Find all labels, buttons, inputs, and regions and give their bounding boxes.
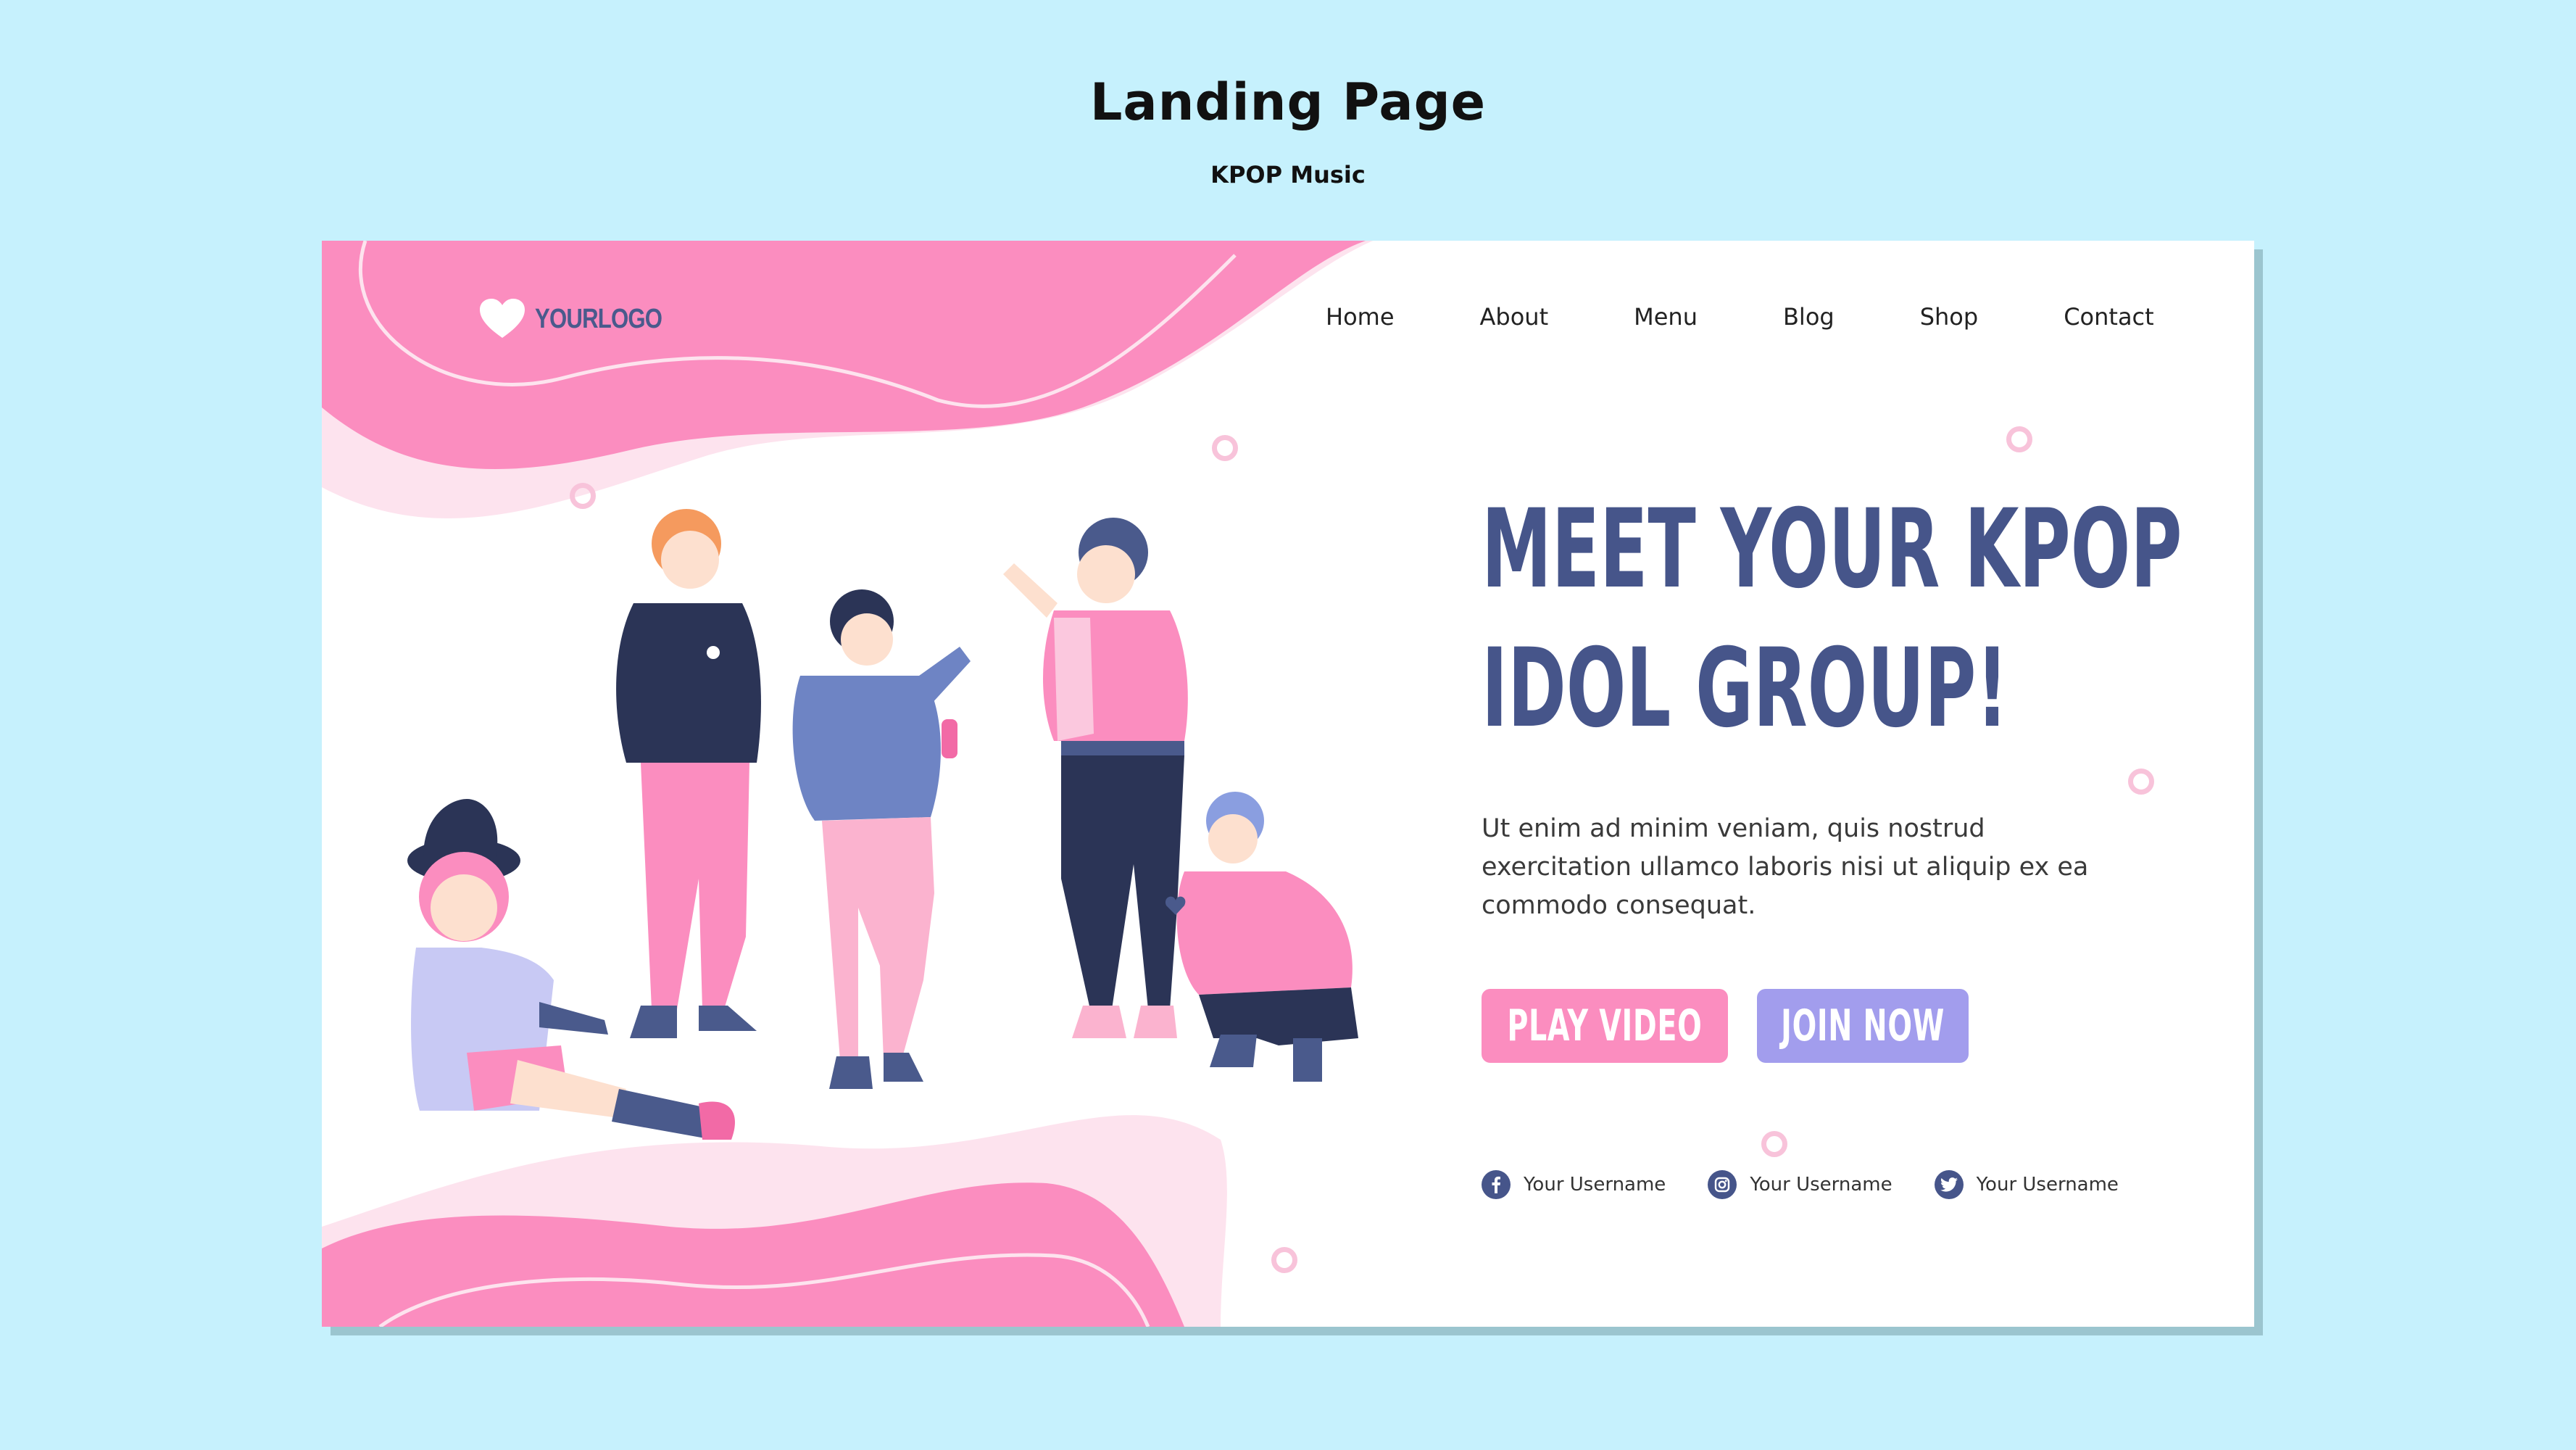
main-nav: Home About Menu Blog Shop Contact — [1326, 303, 2154, 331]
landing-card: YOURLOGO Home About Menu Blog Shop Conta… — [322, 241, 2254, 1327]
standing-idol-pink — [1003, 518, 1188, 1038]
social-links: Your Username Your Username Your Usernam… — [1482, 1170, 2161, 1199]
social-link-instagram[interactable]: Your Username — [1708, 1170, 1892, 1199]
twitter-icon — [1934, 1170, 1964, 1199]
ring-decoration — [2006, 426, 2032, 452]
hero-title-line1: MEET YOUR KPOP — [1482, 486, 2182, 613]
kpop-group-illustration — [407, 509, 1358, 1140]
page-title: Landing Page — [1089, 72, 1487, 132]
nav-item-about[interactable]: About — [1480, 303, 1549, 331]
social-username: Your Username — [1976, 1174, 2119, 1196]
standing-idol-navy — [616, 509, 761, 1038]
hero-description: Ut enim ad minim veniam, quis nostrud ex… — [1482, 814, 2089, 920]
social-link-facebook[interactable]: Your Username — [1482, 1170, 1666, 1199]
social-link-twitter[interactable]: Your Username — [1934, 1170, 2119, 1199]
hero-title-line2: IDOL GROUP! — [1482, 626, 2008, 752]
page-subtitle: KPOP Music — [1210, 161, 1366, 188]
play-video-label: PLAY VIDEO — [1507, 1000, 1703, 1051]
instagram-icon — [1708, 1170, 1737, 1199]
social-username: Your Username — [1750, 1174, 1892, 1196]
join-now-button[interactable]: JOIN NOW — [1757, 989, 1969, 1063]
ring-decoration — [1761, 1131, 1787, 1157]
hero-title: MEET YOUR KPOP IDOL GROUP! — [1482, 480, 2182, 758]
ring-decoration — [1271, 1247, 1297, 1273]
dancing-idol-blue — [792, 589, 971, 1089]
join-now-label: JOIN NOW — [1781, 1000, 1945, 1051]
facebook-icon — [1482, 1170, 1511, 1199]
play-video-button[interactable]: PLAY VIDEO — [1482, 989, 1728, 1063]
nav-item-blog[interactable]: Blog — [1783, 303, 1835, 331]
crouching-idol — [1165, 792, 1358, 1082]
ring-decoration — [2128, 768, 2154, 795]
social-username: Your Username — [1524, 1174, 1666, 1196]
nav-item-contact[interactable]: Contact — [2064, 303, 2154, 331]
nav-item-shop[interactable]: Shop — [1920, 303, 1978, 331]
nav-item-menu[interactable]: Menu — [1634, 303, 1698, 331]
